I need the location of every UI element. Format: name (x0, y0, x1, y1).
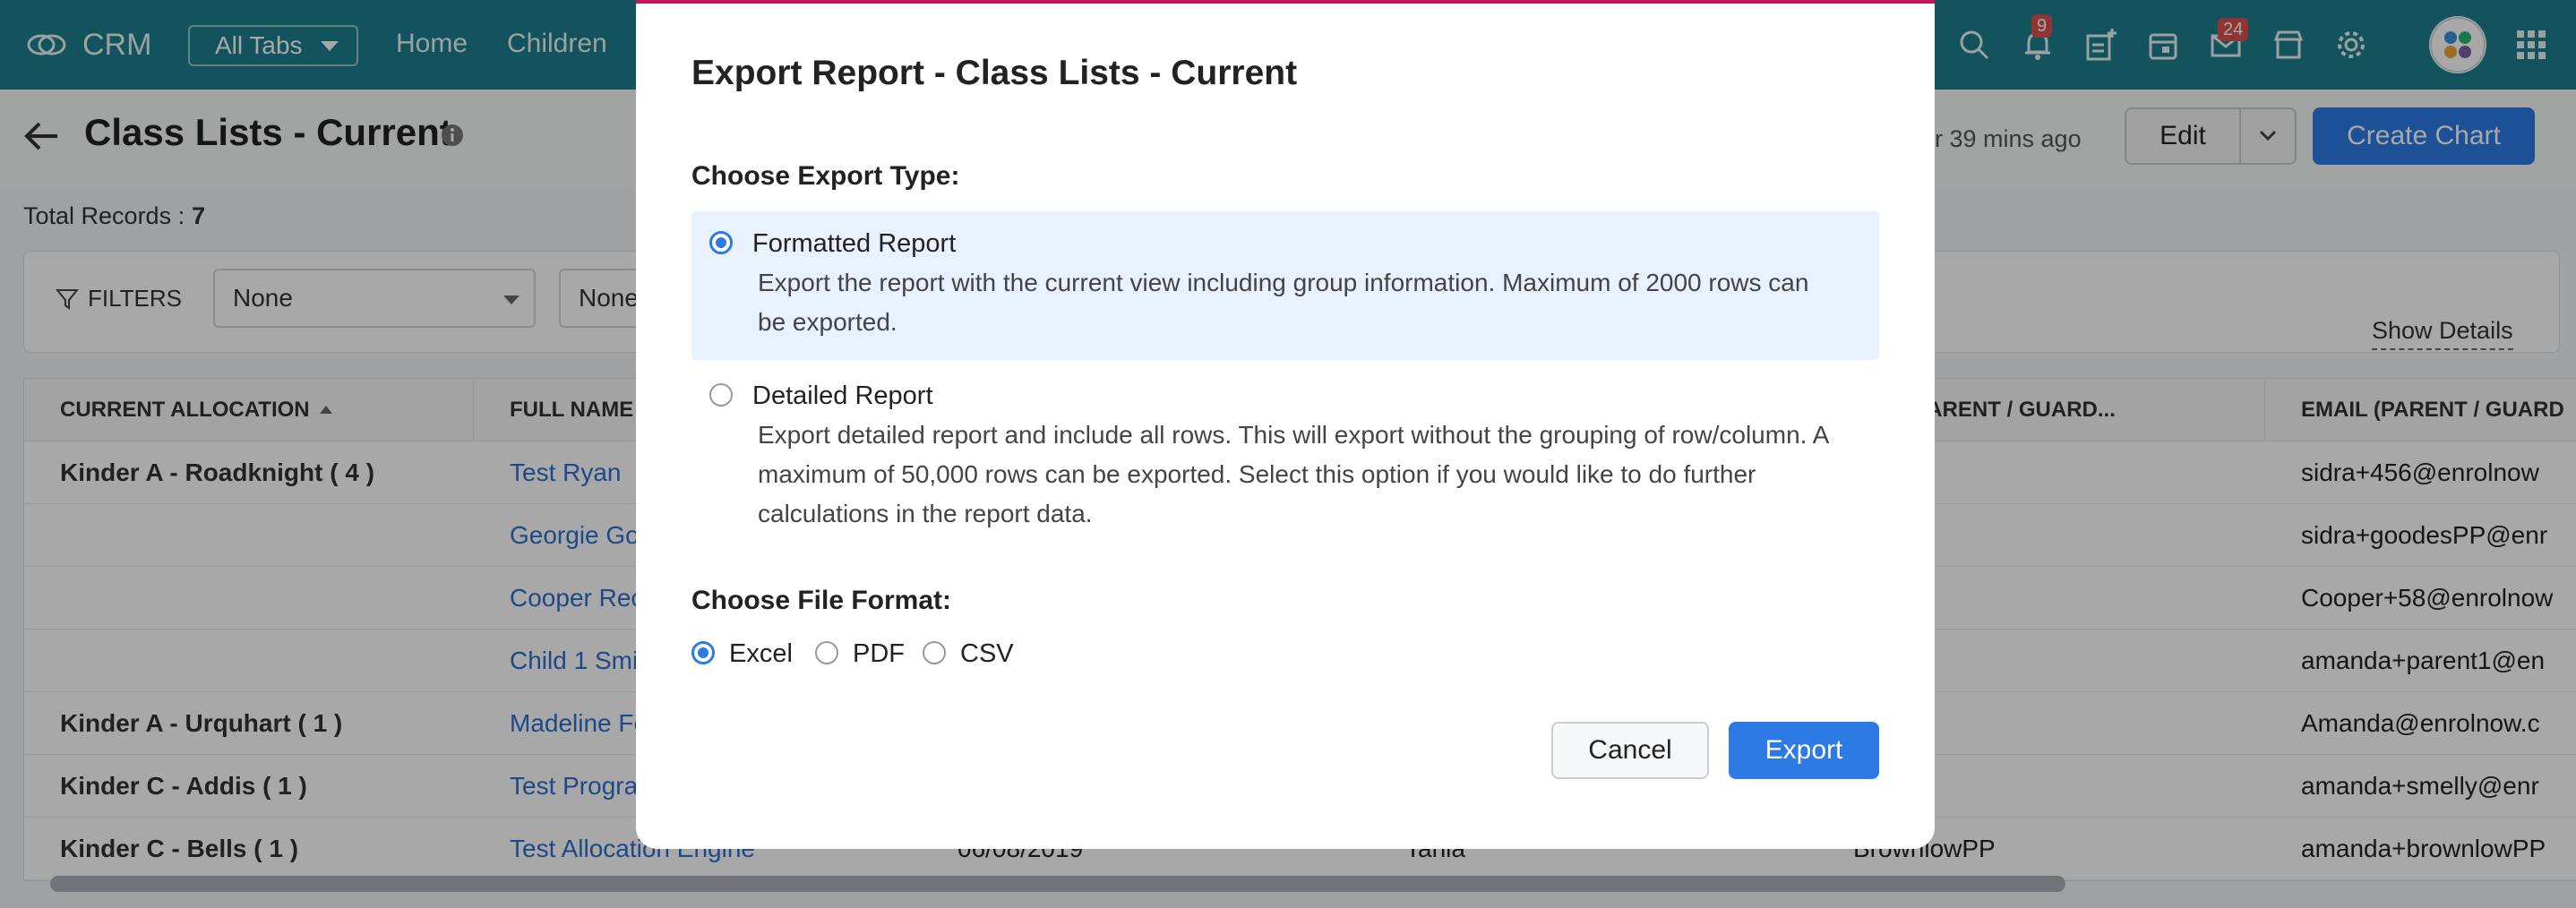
export-button[interactable]: Export (1729, 722, 1879, 779)
csv-format-label[interactable]: CSV (960, 639, 1014, 669)
detailed-report-label[interactable]: Detailed Report (752, 381, 933, 411)
pdf-format-radio[interactable] (815, 641, 838, 664)
formatted-report-description: Export the report with the current view … (758, 269, 1809, 336)
export-report-dialog: Export Report - Class Lists - Current Ch… (636, 0, 1935, 849)
detailed-report-radio[interactable] (709, 383, 733, 407)
excel-format-radio[interactable] (691, 641, 715, 664)
formatted-report-label[interactable]: Formatted Report (752, 229, 956, 259)
cancel-button[interactable]: Cancel (1551, 722, 1709, 779)
export-type-heading: Choose Export Type: (691, 161, 960, 191)
csv-format-radio[interactable] (923, 641, 946, 664)
formatted-report-radio[interactable] (709, 231, 733, 254)
pdf-format-label[interactable]: PDF (853, 639, 905, 669)
excel-format-label[interactable]: Excel (729, 639, 793, 669)
file-format-heading: Choose File Format: (691, 586, 952, 615)
dialog-title: Export Report - Class Lists - Current (691, 54, 1298, 92)
detailed-report-description: Export detailed report and include all r… (758, 421, 1828, 527)
